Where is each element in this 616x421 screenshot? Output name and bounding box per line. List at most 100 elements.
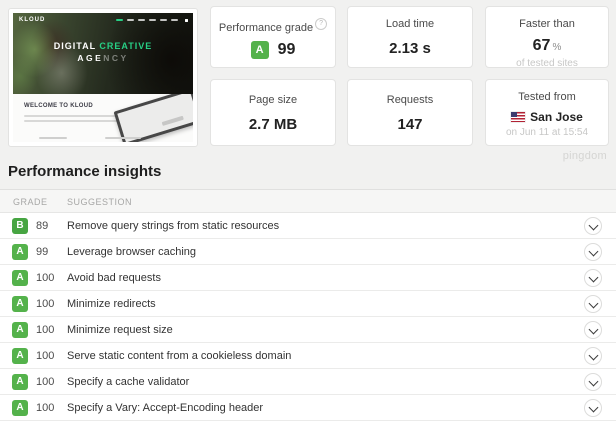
grade-score: 100: [36, 298, 55, 310]
insights-table-body: B 89 Remove query strings from static re…: [0, 213, 616, 421]
chevron-down-icon: [588, 402, 599, 413]
summary-card-tested-from: Tested from San Jose on Jun 11 at 15:54: [485, 79, 609, 146]
grade-score: 89: [36, 220, 49, 232]
card-label: Load time: [385, 18, 435, 30]
expand-row-button[interactable]: [584, 399, 602, 417]
suggestion-text: Specify a Vary: Accept-Encoding header: [67, 402, 264, 414]
insight-row[interactable]: A 100 Minimize redirects: [0, 291, 616, 317]
insight-row[interactable]: A 100 Serve static content from a cookie…: [0, 343, 616, 369]
website-hero-title: DIGITAL CREATIVE AGENCY: [13, 40, 193, 64]
website-logo: KLOUD: [19, 17, 46, 23]
summary-card-load-time: Load time 2.13 s: [347, 6, 473, 68]
pingdom-watermark: pingdom: [562, 150, 607, 162]
expand-row-button[interactable]: [584, 347, 602, 365]
grade-badge: B: [12, 218, 28, 234]
suggestion-text: Serve static content from a cookieless d…: [67, 350, 292, 362]
grade-badge: A: [12, 270, 28, 286]
expand-row-button[interactable]: [584, 321, 602, 339]
expand-row-button[interactable]: [584, 373, 602, 391]
suggestion-text: Avoid bad requests: [67, 272, 161, 284]
website-hero-image: KLOUD DIGITAL CREATIVE AGENCY: [13, 13, 193, 94]
us-flag-icon: [511, 112, 526, 122]
cart-icon: [185, 18, 188, 22]
summary-card-faster-than: Faster than 67% of tested sites: [485, 6, 609, 69]
welcome-heading: WELCOME TO KLOUD: [24, 103, 94, 109]
website-menu: [116, 18, 188, 22]
tested-from-location: San Jose: [530, 110, 583, 124]
chevron-down-icon: [588, 298, 599, 309]
expand-row-button[interactable]: [584, 243, 602, 261]
hero-title-part: DIGITAL: [53, 41, 100, 51]
menu-item-bar: [127, 19, 134, 21]
performance-insights-title: Performance insights: [8, 163, 162, 180]
help-icon[interactable]: ?: [315, 18, 328, 30]
summary-card-performance-grade: Performance grade? A 99: [210, 6, 336, 68]
suggestion-text: Minimize request size: [67, 324, 173, 336]
grade-score: 100: [36, 402, 55, 414]
column-header-grade: GRADE: [13, 197, 48, 207]
grade-badge: A: [250, 41, 269, 59]
expand-row-button[interactable]: [584, 269, 602, 287]
grade-badge: A: [12, 296, 28, 312]
menu-item-bar: [160, 19, 167, 21]
menu-item-bar: [171, 19, 178, 21]
faster-than-value: 67%: [532, 37, 562, 54]
summary-card-page-size: Page size 2.7 MB: [210, 79, 336, 146]
website-navbar: KLOUD: [19, 17, 188, 23]
grade-badge: A: [12, 374, 28, 390]
menu-item-bar: [149, 19, 156, 21]
suggestion-text: Specify a cache validator: [67, 376, 190, 388]
load-time-value: 2.13 s: [389, 40, 431, 57]
grade-badge: A: [12, 400, 28, 416]
chevron-down-icon: [588, 350, 599, 361]
hero-subtitle-faded: NCY: [103, 53, 129, 63]
insight-row[interactable]: A 100 Minimize request size: [0, 317, 616, 343]
insight-row[interactable]: A 100 Specify a cache validator: [0, 369, 616, 395]
grade-score: 100: [36, 350, 55, 362]
menu-item-bar: [116, 19, 123, 21]
expand-row-button[interactable]: [584, 217, 602, 235]
summary-card-requests: Requests 147: [347, 79, 473, 146]
suggestion-text: Remove query strings from static resourc…: [67, 220, 280, 232]
tested-from-timestamp: on Jun 11 at 15:54: [505, 127, 589, 138]
insights-table-header: GRADE SUGGESTION: [0, 189, 616, 213]
suggestion-text: Minimize redirects: [67, 298, 156, 310]
insight-row[interactable]: A 100 Avoid bad requests: [0, 265, 616, 291]
chevron-down-icon: [588, 220, 599, 231]
hero-title-accent: CREATIVE: [99, 41, 153, 51]
grade-badge: A: [12, 348, 28, 364]
content-placeholder: [39, 137, 67, 139]
laptop-screen-label: [161, 115, 184, 126]
grade-badge: A: [12, 322, 28, 338]
laptop-image: [113, 94, 193, 142]
insight-row[interactable]: A 99 Leverage browser caching: [0, 239, 616, 265]
column-header-suggestion: SUGGESTION: [67, 197, 133, 207]
card-label: Tested from: [518, 91, 576, 103]
performance-grade-value: 99: [277, 41, 296, 58]
chevron-down-icon: [588, 272, 599, 283]
grade-score: 100: [36, 272, 55, 284]
page-size-value: 2.7 MB: [248, 116, 298, 133]
content-placeholder: [105, 137, 141, 139]
requests-value: 147: [397, 116, 423, 133]
card-label: Performance grade?: [211, 18, 335, 34]
grade-score: 99: [36, 246, 49, 258]
faster-than-subtext: of tested sites: [516, 58, 578, 69]
grade-badge: A: [12, 244, 28, 260]
chevron-down-icon: [588, 246, 599, 257]
card-label: Faster than: [519, 18, 575, 30]
card-label: Page size: [248, 94, 298, 106]
insight-row[interactable]: B 89 Remove query strings from static re…: [0, 213, 616, 239]
suggestion-text: Leverage browser caching: [67, 246, 197, 258]
grade-score: 100: [36, 376, 55, 388]
website-welcome-section: WELCOME TO KLOUD: [13, 94, 193, 142]
insight-row[interactable]: A 100 Specify a Vary: Accept-Encoding he…: [0, 395, 616, 421]
chevron-down-icon: [588, 324, 599, 335]
text-line-placeholder: [24, 120, 127, 122]
expand-row-button[interactable]: [584, 295, 602, 313]
hero-subtitle-part: AGE: [77, 53, 104, 63]
website-thumbnail-card: KLOUD DIGITAL CREATIVE AGENCY WELCOME TO…: [8, 8, 198, 147]
menu-item-bar: [138, 19, 145, 21]
card-label: Requests: [386, 94, 434, 106]
chevron-down-icon: [588, 376, 599, 387]
